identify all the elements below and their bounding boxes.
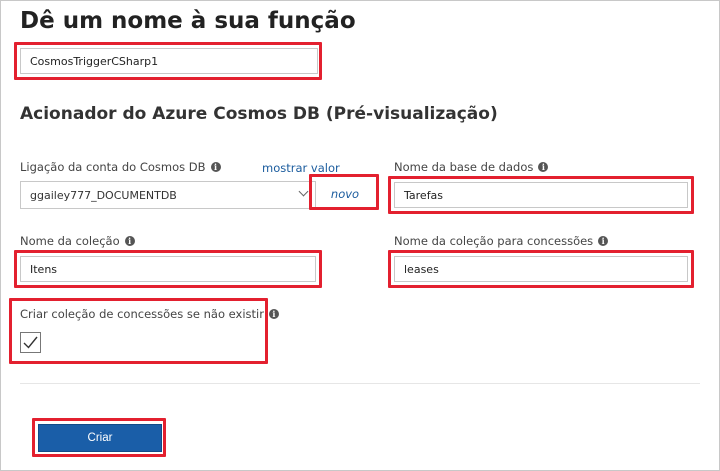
- info-icon[interactable]: i: [124, 236, 135, 246]
- highlight-lease-collection: [388, 250, 694, 288]
- page-title: Dê um nome à sua função: [20, 8, 356, 34]
- account-connection-select[interactable]: ggailey777_DOCUMENTDB: [20, 181, 316, 209]
- account-connection-value: ggailey777_DOCUMENTDB: [30, 188, 177, 202]
- database-name-label-text: Nome da base de dados: [394, 160, 534, 174]
- collection-name-label: Nome da coleção i: [20, 234, 135, 248]
- highlight-new-connection: [309, 174, 379, 210]
- highlight-create-button: [32, 418, 166, 457]
- highlight-function-name: [14, 42, 322, 80]
- database-name-label: Nome da base de dados i: [394, 160, 549, 174]
- show-value-link[interactable]: mostrar valor: [262, 161, 340, 175]
- lease-collection-label-text: Nome da coleção para concessões: [394, 234, 594, 248]
- info-icon[interactable]: i: [268, 309, 279, 319]
- info-icon[interactable]: i: [210, 162, 221, 172]
- info-icon[interactable]: i: [598, 236, 609, 246]
- chevron-down-icon: [298, 186, 309, 197]
- collection-name-label-text: Nome da coleção: [20, 234, 120, 248]
- highlight-database-name: [388, 176, 694, 214]
- lease-collection-label: Nome da coleção para concessões i: [394, 234, 609, 248]
- section-title: Acionador do Azure Cosmos DB (Pré-visual…: [20, 104, 498, 124]
- highlight-collection-name: [14, 250, 322, 288]
- account-connection-label-text: Ligação da conta do Cosmos DB: [20, 160, 206, 174]
- divider: [20, 383, 700, 384]
- highlight-create-lease-collection: [9, 298, 268, 364]
- info-icon[interactable]: i: [538, 162, 549, 172]
- account-connection-label: Ligação da conta do Cosmos DB i: [20, 160, 221, 174]
